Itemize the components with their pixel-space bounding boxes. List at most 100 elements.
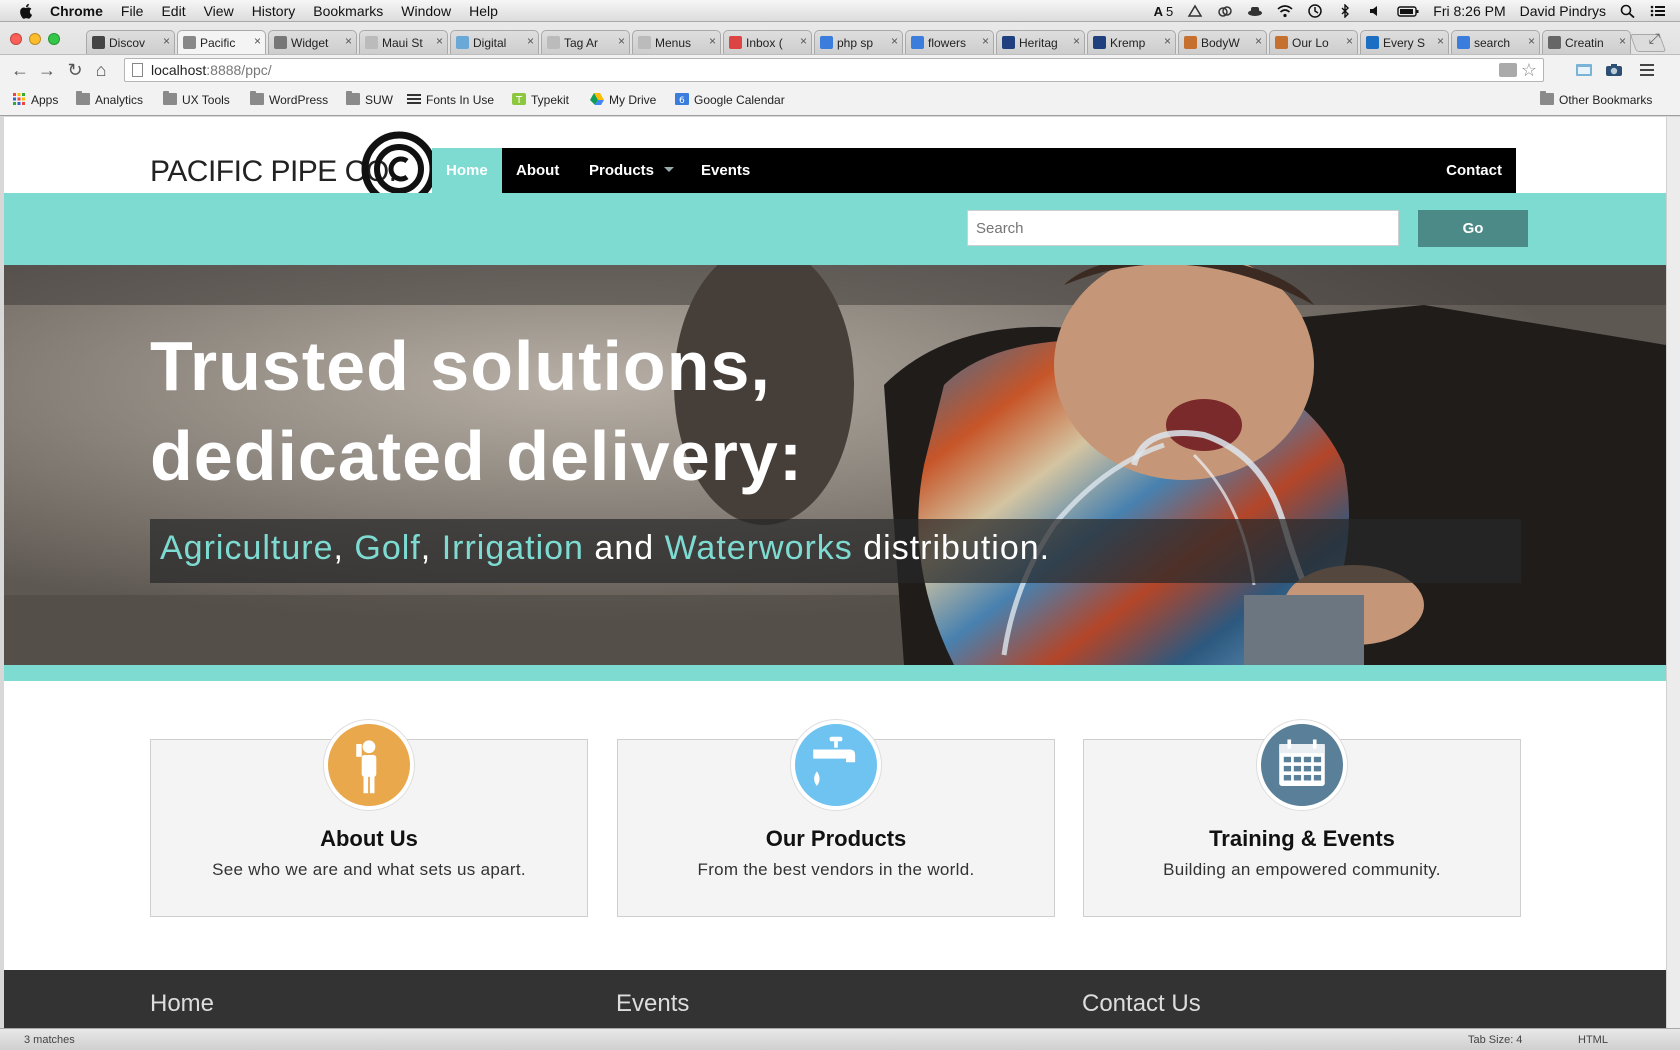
- spotlight-search-icon[interactable]: [1620, 4, 1636, 18]
- syntax-mode[interactable]: HTML: [1578, 1034, 1608, 1046]
- close-tab-icon[interactable]: ×: [1619, 34, 1626, 48]
- time-machine-icon[interactable]: [1307, 4, 1323, 18]
- wifi-icon[interactable]: [1277, 4, 1293, 18]
- card-about-us[interactable]: About Us See who we are and what sets us…: [150, 720, 588, 917]
- notification-center-icon[interactable]: [1650, 4, 1666, 18]
- camera-extension-icon[interactable]: [1605, 62, 1623, 78]
- browser-tab[interactable]: Pacific ×: [177, 30, 266, 54]
- bookmark-suw[interactable]: SUW: [346, 91, 393, 107]
- back-arrow-icon[interactable]: ←: [9, 60, 31, 81]
- reload-icon[interactable]: ↻: [64, 60, 86, 81]
- browser-tab[interactable]: php sp ×: [814, 30, 903, 54]
- browser-tab[interactable]: Digital ×: [450, 30, 539, 54]
- menu-help[interactable]: Help: [469, 3, 498, 19]
- menu-history[interactable]: History: [252, 3, 296, 19]
- close-tab-icon[interactable]: ×: [1164, 34, 1171, 48]
- browser-tab[interactable]: Menus ×: [632, 30, 721, 54]
- chrome-menu-icon[interactable]: [1638, 62, 1656, 78]
- bookmark-my-drive[interactable]: My Drive: [590, 93, 656, 107]
- close-tab-icon[interactable]: ×: [800, 34, 807, 48]
- browser-tab[interactable]: Discov ×: [86, 30, 175, 54]
- tab-size-setting[interactable]: Tab Size: 4: [1468, 1034, 1522, 1046]
- adobe-status-icon[interactable]: A5: [1154, 4, 1174, 19]
- close-tab-icon[interactable]: ×: [527, 34, 534, 48]
- menu-view[interactable]: View: [204, 3, 234, 19]
- forward-arrow-icon[interactable]: →: [36, 60, 58, 81]
- fullscreen-icon[interactable]: ⤢: [1649, 30, 1660, 47]
- browser-tab[interactable]: Inbox (×: [723, 30, 812, 54]
- nav-home[interactable]: Home: [432, 148, 502, 193]
- bluetooth-icon[interactable]: [1337, 4, 1353, 18]
- apple-menu-icon[interactable]: [18, 3, 36, 19]
- address-bar[interactable]: localhost:8888/ppc/ ☆: [124, 58, 1544, 82]
- close-tab-icon[interactable]: ×: [254, 34, 261, 48]
- menu-app-chrome[interactable]: Chrome: [50, 3, 103, 19]
- footer-link-events[interactable]: Events: [616, 990, 689, 1018]
- close-window-button[interactable]: [10, 33, 22, 45]
- card-our-products[interactable]: Our Products From the best vendors in th…: [617, 720, 1055, 917]
- browser-tab[interactable]: Creatin ×: [1542, 30, 1631, 54]
- close-tab-icon[interactable]: ×: [618, 34, 625, 48]
- bookmark-typekit[interactable]: T Typekit: [512, 93, 569, 107]
- nav-events[interactable]: Events: [687, 148, 764, 193]
- menu-edit[interactable]: Edit: [161, 3, 185, 19]
- minimize-window-button[interactable]: [29, 33, 41, 45]
- page-scrollbar[interactable]: [1666, 117, 1680, 1028]
- browser-tab[interactable]: Tag Ar ×: [541, 30, 630, 54]
- drive-sync-icon[interactable]: [1187, 4, 1203, 18]
- close-tab-icon[interactable]: ×: [1346, 34, 1353, 48]
- creative-cloud-icon[interactable]: [1217, 4, 1233, 18]
- site-logo-wordmark[interactable]: PACIFIC PIPE CO.: [150, 155, 397, 189]
- browser-tab[interactable]: Widget ×: [268, 30, 357, 54]
- menu-file[interactable]: File: [121, 3, 144, 19]
- bookmark-other-bookmarks[interactable]: Other Bookmarks: [1540, 91, 1652, 107]
- nav-about[interactable]: About: [502, 148, 573, 193]
- close-tab-icon[interactable]: ×: [1255, 34, 1262, 48]
- menu-bookmarks[interactable]: Bookmarks: [313, 3, 383, 19]
- link-agriculture[interactable]: Agriculture: [160, 529, 334, 567]
- close-tab-icon[interactable]: ×: [345, 34, 352, 48]
- bookmark-wordpress[interactable]: WordPress: [250, 91, 328, 107]
- browser-tab[interactable]: Heritag ×: [996, 30, 1085, 54]
- close-tab-icon[interactable]: ×: [436, 34, 443, 48]
- link-waterworks[interactable]: Waterworks: [665, 529, 853, 567]
- battery-icon[interactable]: [1397, 4, 1419, 18]
- nav-products[interactable]: Products: [575, 148, 688, 193]
- home-icon[interactable]: ⌂: [90, 60, 112, 81]
- link-irrigation[interactable]: Irrigation: [442, 529, 584, 567]
- browser-tab[interactable]: Every S ×: [1360, 30, 1449, 54]
- menubar-user[interactable]: David Pindrys: [1520, 3, 1606, 19]
- menu-window[interactable]: Window: [401, 3, 451, 19]
- hat-status-icon[interactable]: [1247, 4, 1263, 18]
- browser-tab[interactable]: flowers ×: [905, 30, 994, 54]
- card-training-events[interactable]: Training & Events Building an empowered …: [1083, 720, 1521, 917]
- close-tab-icon[interactable]: ×: [982, 34, 989, 48]
- bookmark-apps[interactable]: Apps: [12, 93, 58, 107]
- browser-tab[interactable]: Maui St ×: [359, 30, 448, 54]
- link-golf[interactable]: Golf: [354, 529, 420, 567]
- bookmark-analytics[interactable]: Analytics: [76, 91, 143, 107]
- search-go-button[interactable]: Go: [1418, 210, 1528, 247]
- close-tab-icon[interactable]: ×: [1437, 34, 1444, 48]
- bookmark-star-icon[interactable]: ☆: [1521, 60, 1537, 81]
- browser-tab[interactable]: Kremp ×: [1087, 30, 1176, 54]
- close-tab-icon[interactable]: ×: [1073, 34, 1080, 48]
- browser-tab[interactable]: search ×: [1451, 30, 1540, 54]
- page-action-icon[interactable]: [1499, 63, 1517, 77]
- extension-window-icon[interactable]: [1575, 62, 1593, 78]
- footer-link-contact-us[interactable]: Contact Us: [1082, 990, 1201, 1018]
- browser-tab[interactable]: BodyW ×: [1178, 30, 1267, 54]
- nav-contact[interactable]: Contact: [1432, 148, 1516, 193]
- close-tab-icon[interactable]: ×: [709, 34, 716, 48]
- site-search-input[interactable]: [967, 210, 1399, 246]
- bookmark-fonts-in-use[interactable]: Fonts In Use: [407, 93, 494, 107]
- browser-tab[interactable]: Our Lo ×: [1269, 30, 1358, 54]
- footer-link-home[interactable]: Home: [150, 990, 214, 1018]
- bookmark-ux-tools[interactable]: UX Tools: [163, 91, 230, 107]
- close-tab-icon[interactable]: ×: [891, 34, 898, 48]
- zoom-window-button[interactable]: [48, 33, 60, 45]
- close-tab-icon[interactable]: ×: [163, 34, 170, 48]
- close-tab-icon[interactable]: ×: [1528, 34, 1535, 48]
- bookmark-google-calendar[interactable]: 6 Google Calendar: [675, 93, 785, 107]
- menubar-clock[interactable]: Fri 8:26 PM: [1433, 3, 1505, 19]
